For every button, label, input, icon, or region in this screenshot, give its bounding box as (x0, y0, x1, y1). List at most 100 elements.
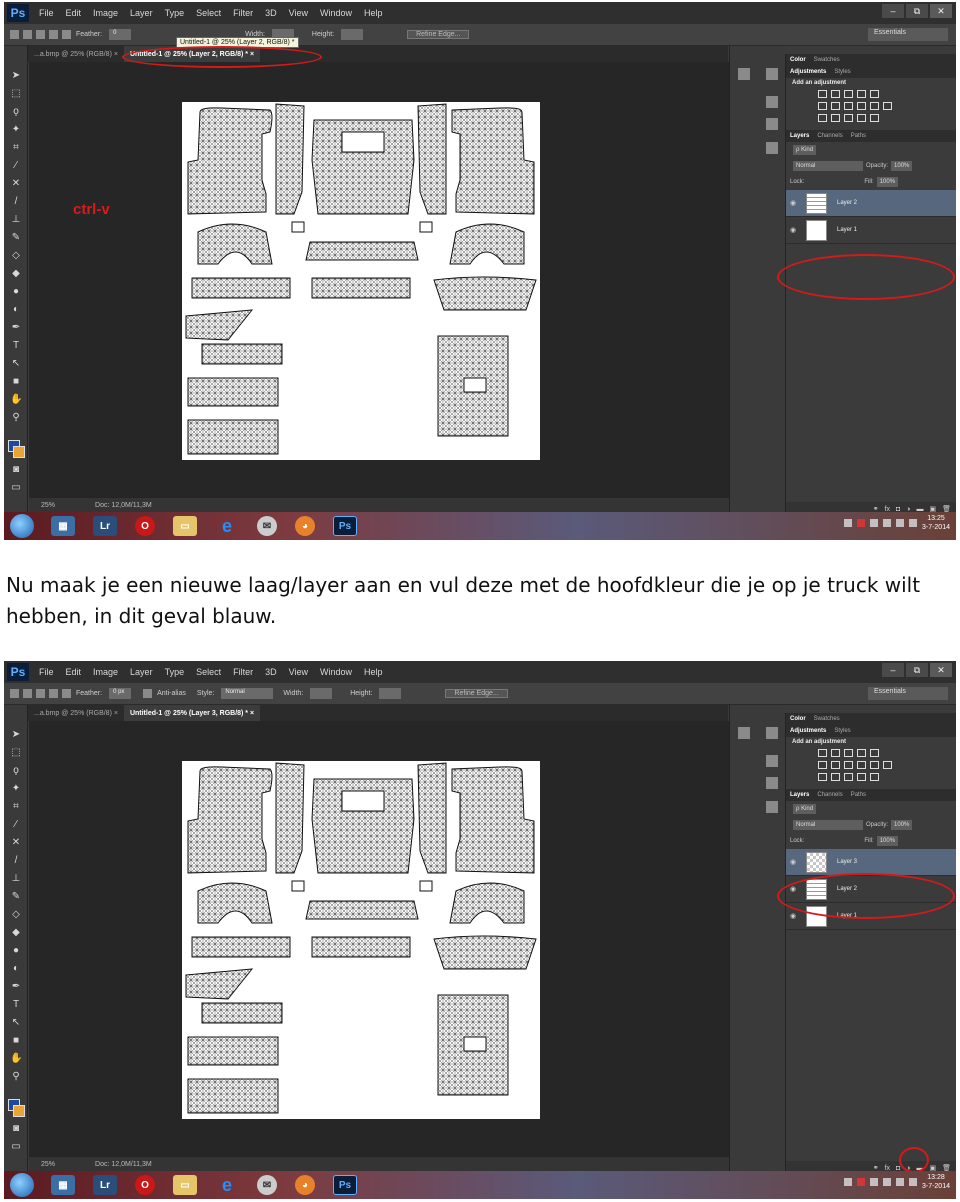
brightness-icon[interactable] (818, 749, 827, 757)
blur-tool-icon[interactable]: ● (10, 286, 22, 298)
hand-tool-icon[interactable]: ✋ (10, 394, 22, 406)
antialias-checkbox[interactable] (143, 689, 153, 698)
zoom-level[interactable]: 25% (41, 502, 55, 509)
height-input[interactable] (341, 29, 364, 40)
menu-image[interactable]: Image (93, 8, 118, 18)
healing-brush-icon[interactable]: ✕ (10, 178, 22, 190)
firefox-taskbar-icon[interactable]: ◕ (295, 516, 315, 536)
tab-styles[interactable]: Styles (834, 728, 850, 734)
menu-layer[interactable]: Layer (130, 667, 153, 677)
selective-color-icon[interactable] (870, 773, 879, 781)
history-brush-icon[interactable]: ✎ (10, 891, 22, 903)
zoom-level[interactable]: 25% (41, 1161, 55, 1168)
healing-brush-icon[interactable]: ✕ (10, 837, 22, 849)
visibility-eye-icon[interactable]: ◉ (786, 858, 800, 866)
thunderbird-taskbar-icon[interactable]: ✉ (257, 1175, 277, 1195)
photo-filter-icon[interactable] (857, 761, 866, 769)
magic-wand-icon[interactable]: ✦ (10, 124, 22, 136)
crop-tool-icon[interactable]: ⌗ (10, 142, 22, 154)
photoshop-taskbar-icon[interactable]: Ps (333, 1175, 357, 1195)
menu-type[interactable]: Type (165, 8, 185, 18)
move-tool-icon[interactable]: ➤ (10, 729, 22, 741)
volume-tray-icon[interactable] (895, 519, 904, 527)
path-selection-icon[interactable]: ↖ (10, 1017, 22, 1029)
background-color-swatch[interactable] (13, 1105, 25, 1117)
start-button[interactable] (10, 1173, 34, 1197)
history-panel-icon[interactable] (738, 68, 750, 80)
menu-window[interactable]: Window (320, 667, 352, 677)
network-tray-icon[interactable] (882, 1178, 891, 1186)
new-selection-icon[interactable] (23, 689, 32, 698)
explorer-taskbar-icon[interactable]: ▦ (51, 516, 75, 536)
internet-explorer-taskbar-icon[interactable]: e (215, 1175, 239, 1195)
minimize-button[interactable]: – (882, 663, 904, 677)
lasso-tool-icon[interactable]: ϙ (10, 106, 22, 118)
properties-panel-icon[interactable] (766, 68, 778, 80)
kind-filter-select[interactable]: ρ Kind (793, 804, 817, 814)
signal-tray-icon[interactable] (908, 1178, 917, 1186)
tab-swatches[interactable]: Swatches (814, 716, 840, 722)
visibility-eye-icon[interactable]: ◉ (786, 226, 800, 234)
brush-panel-icon[interactable] (766, 755, 778, 767)
clone-stamp-icon[interactable]: ⊥ (10, 214, 22, 226)
tab-styles[interactable]: Styles (834, 69, 850, 75)
rectangle-tool-icon[interactable]: ■ (10, 376, 22, 388)
type-tool-icon[interactable]: T (10, 999, 22, 1011)
opacity-input[interactable]: 100% (891, 820, 913, 830)
menu-window[interactable]: Window (320, 8, 352, 18)
dodge-tool-icon[interactable]: ◐ (10, 963, 22, 975)
menu-3d[interactable]: 3D (265, 667, 277, 677)
gradient-map-icon[interactable] (857, 773, 866, 781)
rectangle-tool-icon[interactable]: ■ (10, 1035, 22, 1047)
exposure-icon[interactable] (857, 749, 866, 757)
tab-bmp-document[interactable]: ...a.bmp @ 25% (RGB/8) × (28, 46, 124, 62)
menu-type[interactable]: Type (165, 667, 185, 677)
menu-edit[interactable]: Edit (66, 8, 82, 18)
brush-panel-icon[interactable] (766, 96, 778, 108)
close-button[interactable]: ✕ (930, 663, 952, 677)
intersect-selection-icon[interactable] (62, 689, 71, 698)
signal-tray-icon[interactable] (908, 519, 917, 527)
new-selection-icon[interactable] (23, 30, 32, 39)
tab-paths[interactable]: Paths (851, 792, 866, 798)
style-select[interactable]: Normal (221, 688, 274, 699)
screen-mode-icon[interactable]: ▭ (10, 1141, 22, 1153)
hue-saturation-icon[interactable] (818, 761, 827, 769)
antivirus-tray-icon[interactable] (856, 1178, 865, 1186)
color-balance-icon[interactable] (831, 102, 840, 110)
invert-icon[interactable] (818, 114, 827, 122)
tool-presets-icon[interactable] (766, 777, 778, 789)
paint-bucket-icon[interactable]: ◆ (10, 268, 22, 280)
lasso-tool-icon[interactable]: ϙ (10, 765, 22, 777)
fill-input[interactable]: 100% (876, 177, 899, 187)
levels-icon[interactable] (831, 749, 840, 757)
kind-filter-select[interactable]: ρ Kind (793, 145, 817, 155)
photo-filter-icon[interactable] (857, 102, 866, 110)
start-button[interactable] (10, 514, 34, 538)
restore-button[interactable]: ⧉ (906, 663, 928, 677)
history-brush-icon[interactable]: ✎ (10, 232, 22, 244)
tab-channels[interactable]: Channels (817, 133, 842, 139)
curves-icon[interactable] (844, 749, 853, 757)
tab-color[interactable]: Color (790, 57, 806, 63)
posterize-icon[interactable] (831, 114, 840, 122)
document-canvas[interactable] (182, 102, 540, 460)
minimize-button[interactable]: – (882, 4, 904, 18)
eraser-icon[interactable]: ◇ (10, 250, 22, 262)
menu-select[interactable]: Select (196, 667, 221, 677)
menu-image[interactable]: Image (93, 667, 118, 677)
type-tool-icon[interactable]: T (10, 340, 22, 352)
layer-row-layer-3[interactable]: ◉ Layer 3 (786, 849, 956, 876)
tab-color[interactable]: Color (790, 716, 806, 722)
lightroom-taskbar-icon[interactable]: Lr (93, 1175, 117, 1195)
fill-input[interactable]: 100% (876, 836, 899, 846)
layer-row-layer-1[interactable]: ◉ Layer 1 (786, 217, 956, 244)
clone-source-icon[interactable] (766, 801, 778, 813)
blur-tool-icon[interactable]: ● (10, 945, 22, 957)
blend-mode-select[interactable]: Normal (793, 161, 863, 171)
menu-view[interactable]: View (289, 8, 308, 18)
height-input[interactable] (379, 688, 402, 699)
intersect-selection-icon[interactable] (62, 30, 71, 39)
menu-3d[interactable]: 3D (265, 8, 277, 18)
marquee-tool-icon[interactable] (10, 689, 19, 698)
